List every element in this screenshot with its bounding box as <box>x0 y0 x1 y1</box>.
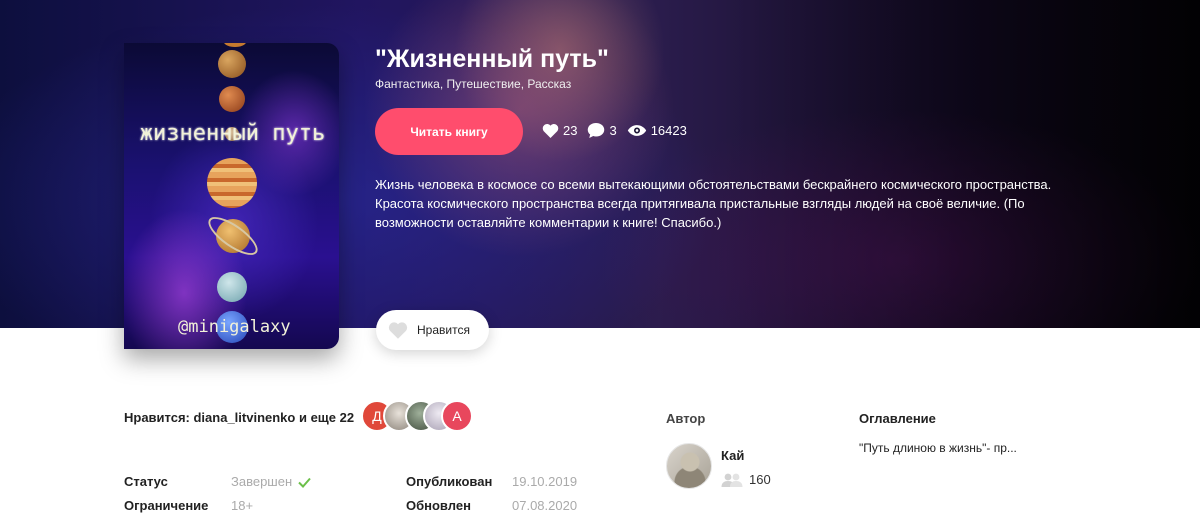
like-button[interactable]: Нравится <box>376 310 489 350</box>
restriction-value: 18+ <box>231 498 254 513</box>
cover-handle: @minigalaxy <box>178 317 291 337</box>
avatar[interactable]: А <box>441 400 473 432</box>
planet-earth <box>219 86 245 112</box>
heart-icon <box>542 124 559 138</box>
published-label: Опубликован <box>406 474 493 489</box>
check-icon <box>298 477 311 489</box>
author-followers: 160 <box>721 472 771 487</box>
book-genres[interactable]: Фантастика, Путешествие, Рассказ <box>375 77 571 91</box>
published-value: 19.10.2019 <box>512 474 578 489</box>
followers-count: 160 <box>749 472 771 487</box>
heart-icon <box>388 322 408 339</box>
views-count: 16423 <box>650 123 687 138</box>
toc-chapter-link[interactable]: "Путь длиною в жизнь"- пр... <box>859 441 1017 455</box>
author-name[interactable]: Кай <box>721 448 744 463</box>
updated-label: Обновлен <box>406 498 471 513</box>
read-book-button[interactable]: Читать книгу <box>375 108 523 155</box>
planet-mercury <box>224 43 246 47</box>
liked-by-text[interactable]: Нравится: diana_litvinenko и еще 22 <box>124 410 354 425</box>
followers-icon <box>721 473 743 487</box>
comments-stat: 3 <box>587 122 617 139</box>
status-label: Статус <box>124 474 168 489</box>
like-button-label: Нравится <box>417 323 470 337</box>
likes-count: 23 <box>563 123 578 138</box>
book-description: Жизнь человека в космосе со всеми вытека… <box>375 177 1052 230</box>
planet-venus <box>218 50 246 78</box>
book-cover[interactable]: жизненный путь @minigalaxy <box>124 43 339 349</box>
author-heading: Автор <box>666 411 706 426</box>
restriction-label: Ограничение <box>124 498 209 513</box>
comments-count: 3 <box>609 123 617 138</box>
cover-title: жизненный путь <box>139 121 326 146</box>
likes-stat: 23 <box>542 123 577 138</box>
toc-heading: Оглавление <box>859 411 936 426</box>
book-stats: 23 3 16423 <box>542 122 697 139</box>
status-value: Завершен <box>231 474 311 489</box>
comment-icon <box>588 123 605 138</box>
planet-uranus <box>217 272 247 302</box>
updated-value: 07.08.2020 <box>512 498 578 513</box>
book-title: "Жизненный путь" <box>375 45 609 73</box>
eye-icon <box>627 125 646 136</box>
views-stat: 16423 <box>627 123 687 138</box>
author-avatar[interactable] <box>666 443 712 489</box>
planet-jupiter <box>207 158 257 208</box>
